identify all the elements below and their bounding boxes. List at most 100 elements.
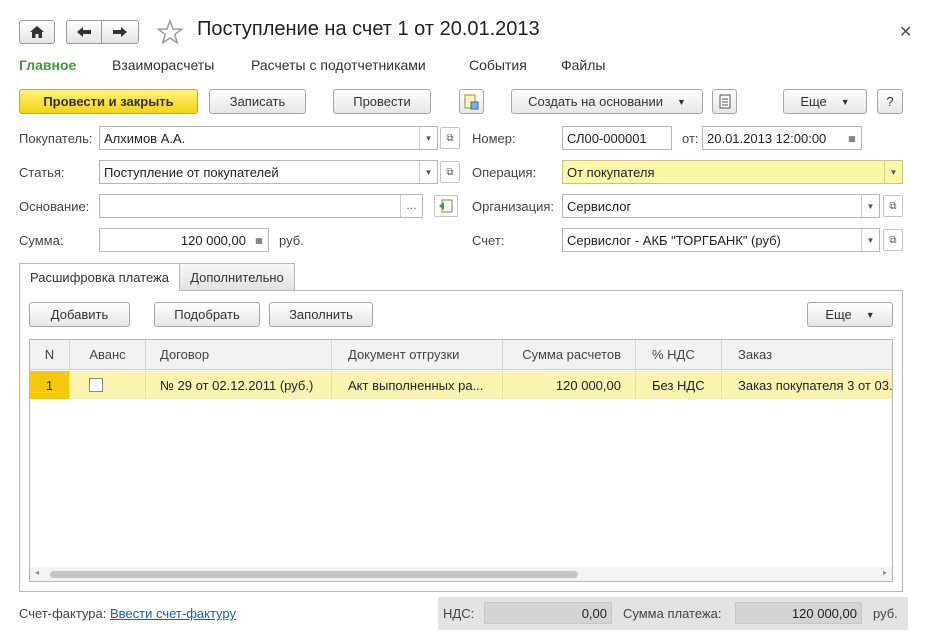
back-button[interactable] (66, 20, 102, 44)
scroll-right-icon[interactable]: ▸ (883, 568, 887, 577)
item-value: Поступление от покупателей (104, 164, 279, 180)
tab-payment-details[interactable]: Расшифровка платежа (19, 263, 180, 291)
item-field[interactable]: Поступление от покупателей ▼ (99, 160, 438, 184)
create-based-on-button[interactable]: Создать на основании ▼ (511, 89, 703, 114)
select-basis-button[interactable] (434, 195, 458, 217)
home-icon (30, 26, 44, 38)
cell-n[interactable]: 1 (30, 371, 70, 399)
favorite-star-icon[interactable] (156, 18, 184, 48)
print-button[interactable] (712, 89, 737, 114)
arrow-right-icon (113, 27, 127, 37)
table-more-label: Еще (825, 307, 852, 322)
payment-total-field: 120 000,00 (735, 602, 862, 624)
section-accountable[interactable]: Расчеты с подотчетниками (251, 57, 426, 73)
operation-field[interactable]: От покупателя ▼ (562, 160, 903, 184)
open-icon: ⧉ (889, 200, 897, 212)
payment-total-label: Сумма платежа: (623, 606, 722, 621)
scrollbar-thumb[interactable] (50, 571, 578, 578)
open-buyer-button[interactable]: ⧉ (440, 127, 460, 149)
column-header-vat[interactable]: % НДС (636, 340, 722, 370)
section-main[interactable]: Главное (19, 57, 76, 73)
cell-shipment-doc[interactable]: Акт выполненных ра... (332, 371, 503, 399)
enter-invoice-link[interactable]: Ввести счет-фактуру (110, 606, 236, 621)
select-document-icon (439, 199, 453, 213)
amount-field[interactable]: 120 000,00 ▦ (99, 228, 269, 252)
post-and-close-button[interactable]: Провести и закрыть (19, 89, 198, 114)
more-button[interactable]: Еще ▼ (783, 89, 867, 114)
column-header-order[interactable]: Заказ (722, 340, 892, 370)
basis-field[interactable]: … (99, 194, 423, 218)
basis-label: Основание: (19, 199, 90, 214)
operation-value: От покупателя (567, 164, 655, 180)
arrow-left-icon (77, 27, 91, 37)
amount-value: 120 000,00 (180, 232, 246, 248)
horizontal-scrollbar[interactable]: ◂ ▸ (30, 567, 892, 581)
cell-advance[interactable] (70, 371, 146, 399)
invoice-label: Счет-фактура: (19, 606, 107, 621)
payment-currency: руб. (873, 606, 898, 621)
calendar-icon[interactable]: ▦ (843, 127, 861, 149)
page-title: Поступление на счет 1 от 20.01.2013 (197, 18, 540, 40)
number-label: Номер: (472, 131, 516, 146)
operation-label: Операция: (472, 165, 537, 180)
organization-label: Организация: (472, 199, 555, 214)
item-label: Статья: (19, 165, 65, 180)
section-events[interactable]: События (469, 57, 527, 73)
table-more-button[interactable]: Еще ▼ (807, 302, 893, 327)
fill-button[interactable]: Заполнить (269, 302, 373, 327)
organization-field[interactable]: Сервислог ▼ (562, 194, 880, 218)
buyer-label: Покупатель: (19, 131, 93, 146)
forward-button[interactable] (101, 20, 139, 44)
add-row-button[interactable]: Добавить (29, 302, 130, 327)
calculator-icon[interactable]: ▦ (250, 229, 268, 251)
advance-checkbox[interactable] (89, 378, 103, 392)
date-field[interactable]: 20.01.2013 12:00:00 ▦ (702, 126, 862, 150)
chevron-down-icon[interactable]: ▼ (419, 161, 437, 183)
date-value: 20.01.2013 12:00:00 (707, 130, 827, 146)
save-button[interactable]: Записать (209, 89, 306, 114)
cell-amount[interactable]: 120 000,00 (503, 371, 636, 399)
chevron-down-icon[interactable]: ▼ (861, 229, 879, 251)
cell-vat[interactable]: Без НДС (636, 371, 722, 399)
section-files[interactable]: Файлы (561, 57, 605, 73)
column-header-amount[interactable]: Сумма расчетов (503, 340, 636, 370)
open-organization-button[interactable]: ⧉ (883, 195, 903, 217)
help-button[interactable]: ? (877, 89, 903, 114)
chevron-down-icon[interactable]: ▼ (419, 127, 437, 149)
home-button[interactable] (19, 20, 55, 44)
close-icon[interactable]: ✕ (899, 22, 912, 42)
amount-currency: руб. (279, 233, 304, 248)
column-header-shipment-doc[interactable]: Документ отгрузки (332, 340, 503, 370)
chevron-down-icon[interactable]: ▼ (884, 161, 902, 183)
column-header-contract[interactable]: Договор (146, 340, 332, 370)
section-settlements[interactable]: Взаиморасчеты (112, 57, 214, 73)
date-from-label: от: (682, 131, 699, 146)
tab-additional[interactable]: Дополнительно (179, 263, 295, 290)
vat-label: НДС: (443, 606, 475, 621)
open-account-button[interactable]: ⧉ (883, 229, 903, 251)
cell-contract[interactable]: № 29 от 02.12.2011 (руб.) (146, 371, 332, 399)
amount-label: Сумма: (19, 233, 64, 248)
open-icon: ⧉ (446, 166, 454, 178)
payment-table: N Аванс Договор Документ отгрузки Сумма … (29, 339, 893, 582)
scroll-left-icon[interactable]: ◂ (35, 568, 39, 577)
chevron-down-icon: ▼ (865, 309, 875, 320)
open-icon: ⧉ (889, 234, 897, 246)
chevron-down-icon[interactable]: ▼ (861, 195, 879, 217)
ellipsis-icon[interactable]: … (400, 195, 422, 217)
open-item-button[interactable]: ⧉ (440, 161, 460, 183)
cell-order[interactable]: Заказ покупателя 3 от 03.1 (722, 371, 892, 399)
document-icon (719, 94, 730, 109)
account-field[interactable]: Сервислог - АКБ "ТОРГБАНК" (руб) ▼ (562, 228, 880, 252)
open-icon: ⧉ (446, 132, 454, 144)
report-structure-button[interactable] (459, 89, 484, 114)
number-field[interactable]: СЛ00-000001 (562, 126, 672, 150)
buyer-value: Алхимов А.А. (104, 130, 186, 146)
account-label: Счет: (472, 233, 505, 248)
chevron-down-icon: ▼ (840, 96, 850, 107)
buyer-field[interactable]: Алхимов А.А. ▼ (99, 126, 438, 150)
column-header-advance[interactable]: Аванс (70, 340, 146, 370)
pick-button[interactable]: Подобрать (154, 302, 260, 327)
post-button[interactable]: Провести (333, 89, 431, 114)
column-header-n[interactable]: N (30, 340, 70, 370)
